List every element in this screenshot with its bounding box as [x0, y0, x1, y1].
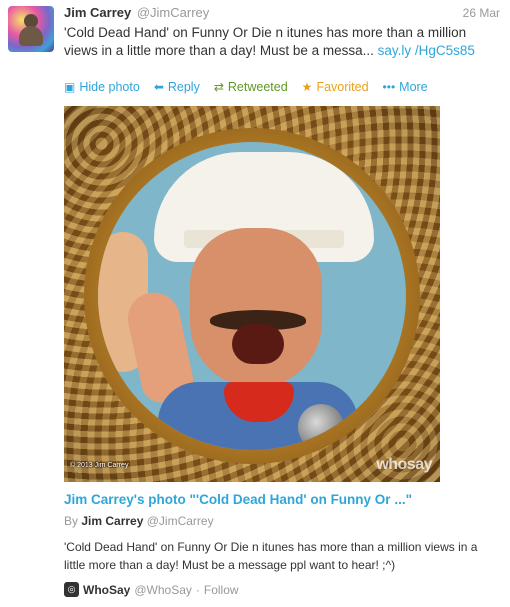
- favorite-label: Favorited: [316, 80, 369, 94]
- reply-label: Reply: [167, 80, 200, 94]
- tweet-link[interactable]: say.ly /HgC5s85: [378, 43, 475, 58]
- retweet-button[interactable]: ⇄ Retweeted: [214, 80, 288, 94]
- tweet-actions: ▣ Hide photo ⬅ Reply ⇄ Retweeted ★ Favor…: [64, 79, 428, 95]
- hide-photo-button[interactable]: ▣ Hide photo: [64, 80, 140, 94]
- mouth: [232, 324, 284, 364]
- whosay-logo-icon[interactable]: ◎: [64, 582, 79, 597]
- avatar-figure-body: [19, 26, 43, 46]
- source-name[interactable]: WhoSay: [83, 583, 130, 597]
- tweet: Jim Carrey @JimCarrey 26 Mar 'Cold Dead …: [0, 0, 510, 607]
- card-by-prefix: By: [64, 514, 79, 528]
- card-title[interactable]: Jim Carrey's photo "'Cold Dead Hand' on …: [64, 492, 504, 507]
- reply-button[interactable]: ⬅ Reply: [154, 80, 200, 94]
- retweet-label: Retweeted: [227, 80, 288, 94]
- user-handle[interactable]: @JimCarrey: [137, 5, 209, 20]
- face: [190, 228, 322, 388]
- microphone: [298, 404, 344, 450]
- retweet-icon: ⇄: [213, 80, 224, 94]
- photo-icon: ▣: [64, 80, 76, 94]
- source-handle[interactable]: @WhoSay: [134, 583, 192, 597]
- more-label: More: [399, 80, 428, 94]
- hide-photo-label: Hide photo: [79, 80, 140, 94]
- more-button[interactable]: ••• More: [383, 80, 428, 94]
- card-byline: By Jim Carrey @JimCarrey: [64, 514, 214, 528]
- follow-link[interactable]: Follow: [204, 583, 239, 597]
- favorite-button[interactable]: ★ Favorited: [302, 80, 369, 94]
- more-dots-icon: •••: [382, 80, 396, 94]
- star-icon: ★: [301, 80, 313, 94]
- tweet-photo[interactable]: © 2013 Jim Carrey whosay: [64, 106, 440, 482]
- portrait: [98, 142, 406, 450]
- tweet-header: Jim Carrey @JimCarrey 26 Mar: [64, 5, 502, 23]
- tweet-text: 'Cold Dead Hand' on Funny Or Die n itune…: [64, 24, 484, 60]
- card-by-name[interactable]: Jim Carrey: [81, 514, 143, 528]
- card-by-handle[interactable]: @JimCarrey: [147, 514, 214, 528]
- whosay-watermark: whosay: [376, 456, 432, 473]
- card-description: 'Cold Dead Hand' on Funny Or Die n itune…: [64, 540, 478, 572]
- user-name[interactable]: Jim Carrey: [64, 5, 131, 20]
- tweet-date[interactable]: 26 Mar: [463, 6, 500, 20]
- avatar[interactable]: [8, 6, 54, 52]
- source-separator: ·: [195, 582, 200, 597]
- reply-icon: ⬅: [153, 80, 164, 94]
- source-attribution: ◎ WhoSay @WhoSay · Follow: [64, 582, 239, 597]
- photo-copyright: © 2013 Jim Carrey: [70, 462, 129, 469]
